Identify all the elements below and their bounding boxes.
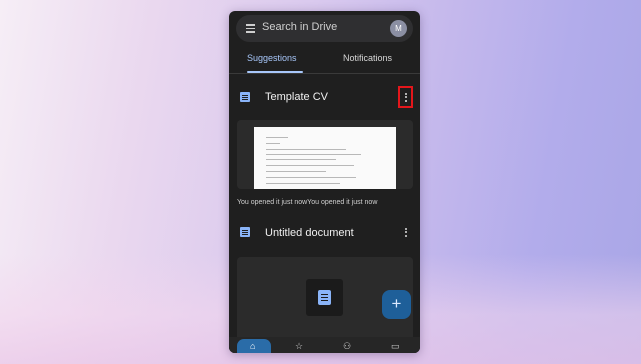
file-title: Untitled document (265, 227, 354, 239)
search-bar[interactable]: Search in Drive M (236, 15, 413, 42)
document-preview (254, 127, 396, 189)
account-avatar[interactable]: M (390, 20, 407, 37)
docs-placeholder-tile (306, 279, 343, 316)
more-options-button[interactable] (398, 86, 413, 108)
docs-icon (318, 290, 331, 305)
docs-icon (240, 92, 250, 102)
file-card-template-cv[interactable]: Template CV You opened it just nowYou op… (229, 75, 420, 210)
file-thumbnail[interactable] (237, 120, 413, 189)
last-opened-text: You opened it just nowYou opened it just… (237, 199, 378, 206)
tab-bar: Suggestions Notifications (229, 45, 420, 74)
file-card-untitled-document[interactable]: Untitled document (229, 219, 420, 353)
docs-icon (240, 227, 250, 237)
home-icon: ⌂ (250, 341, 256, 351)
bottom-navigation: ⌂ ☆ ⚇ ▭ (229, 337, 420, 353)
hamburger-menu-icon[interactable] (246, 24, 255, 33)
search-placeholder: Search in Drive (262, 21, 338, 33)
files-icon[interactable]: ▭ (391, 341, 400, 351)
tab-notifications[interactable]: Notifications (343, 53, 392, 63)
file-title: Template CV (265, 91, 328, 103)
phone-screen: Search in Drive M Suggestions Notificati… (229, 11, 420, 353)
tab-suggestions[interactable]: Suggestions (247, 53, 297, 63)
more-options-button[interactable] (398, 221, 413, 243)
new-item-fab[interactable]: + (382, 290, 411, 319)
shared-icon[interactable]: ⚇ (343, 341, 351, 351)
nav-home[interactable]: ⌂ (237, 339, 271, 353)
active-tab-indicator (247, 71, 303, 73)
star-icon[interactable]: ☆ (295, 341, 303, 351)
